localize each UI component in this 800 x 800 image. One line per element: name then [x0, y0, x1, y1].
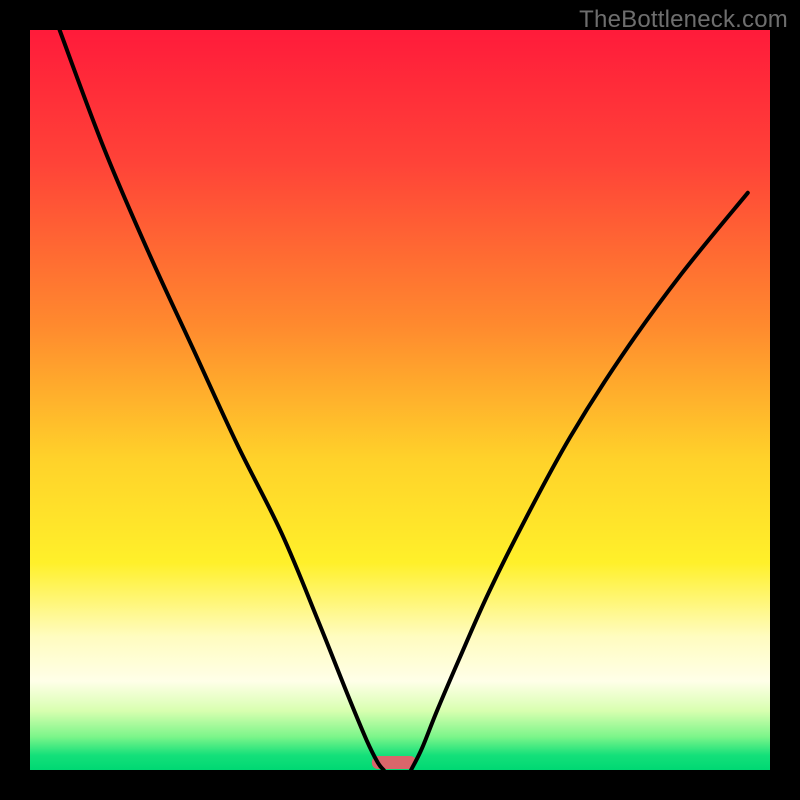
gradient-background [30, 30, 770, 770]
chart-frame: TheBottleneck.com [0, 0, 800, 800]
bottleneck-chart [0, 0, 800, 800]
